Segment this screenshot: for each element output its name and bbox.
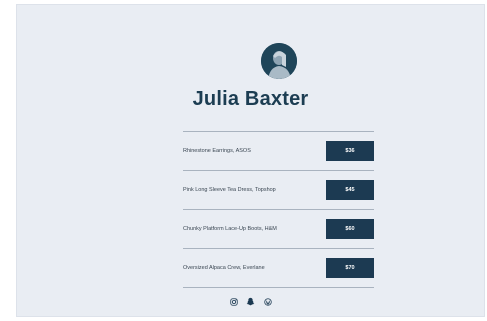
item-label: Chunky Platform Lace-Up Boots, H&M — [183, 226, 277, 232]
price-button[interactable]: $36 — [326, 141, 374, 161]
link-list: Rhinestone Earrings, ASOS $36 Pink Long … — [183, 131, 374, 288]
social-links — [17, 297, 484, 306]
avatar — [261, 43, 297, 79]
list-item: Chunky Platform Lace-Up Boots, H&M $60 — [183, 210, 374, 248]
profile-name: Julia Baxter — [192, 88, 309, 110]
list-item: Pink Long Sleeve Tea Dress, Topshop $45 — [183, 171, 374, 209]
avatar-photo — [261, 43, 297, 79]
list-item: Rhinestone Earrings, ASOS $36 — [183, 132, 374, 170]
item-label: Pink Long Sleeve Tea Dress, Topshop — [183, 187, 276, 193]
page-frame: Julia Baxter Rhinestone Earrings, ASOS $… — [16, 4, 485, 317]
snapchat-icon[interactable] — [246, 297, 255, 306]
divider — [183, 287, 374, 288]
price-button[interactable]: $70 — [326, 258, 374, 278]
wordpress-icon[interactable] — [263, 297, 272, 306]
list-item: Oversized Alpaca Crew, Everlane $70 — [183, 249, 374, 287]
item-label: Rhinestone Earrings, ASOS — [183, 148, 251, 154]
price-button[interactable]: $60 — [326, 219, 374, 239]
price-button[interactable]: $45 — [326, 180, 374, 200]
item-label: Oversized Alpaca Crew, Everlane — [183, 265, 265, 271]
instagram-icon[interactable] — [229, 297, 238, 306]
